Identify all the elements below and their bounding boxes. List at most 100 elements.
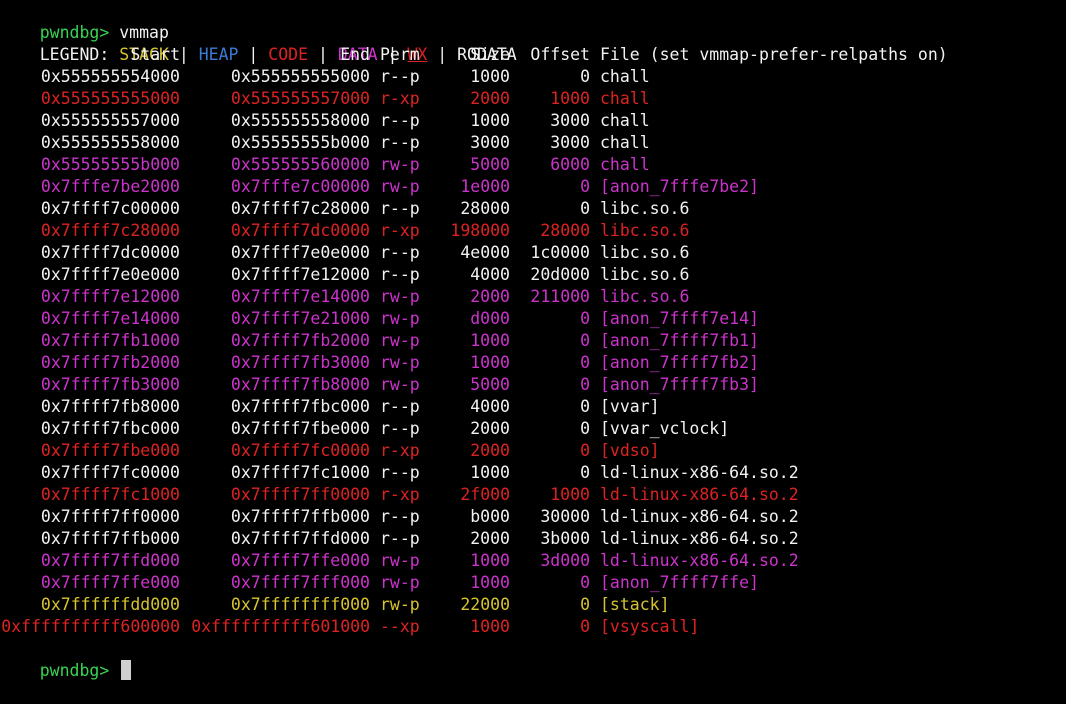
command-line: pwndbg> vmmap (0, 0, 1066, 42)
row-start: 0x7ffffffdd000 (40, 595, 180, 614)
row-end: 0x7ffff7dc0000 (230, 221, 370, 240)
row-perm: rw-p (380, 177, 420, 196)
row-perm: r--p (380, 507, 420, 526)
row-size: 198000 (450, 221, 510, 240)
table-row: 0x7ffff7fb3000 0x7ffff7fb8000 rw-p 5000 0 [an… (0, 374, 1066, 396)
row-start: 0x7ffff7fbc000 (40, 419, 180, 438)
row-offset: 20d000 (530, 265, 590, 284)
row-perm: r--p (380, 529, 420, 548)
row-size: 4e000 (460, 243, 510, 262)
row-start: 0x7ffff7dc0000 (40, 243, 180, 262)
row-offset: 0 (580, 199, 590, 218)
row-start: 0x555555558000 (40, 133, 180, 152)
row-start: 0x555555557000 (40, 111, 180, 130)
row-start: 0x7ffff7ffb000 (40, 529, 180, 548)
row-perm: rw-p (380, 573, 420, 592)
row-file: [anon_7ffff7ffe] (600, 573, 759, 592)
table-row: 0x7ffff7dc0000 0x7ffff7e0e000 r--p 4e000 1c0… (0, 242, 1066, 264)
row-offset: 211000 (530, 287, 590, 306)
row-file: ld-linux-x86-64.so.2 (600, 551, 799, 570)
row-start: 0x7ffff7fc1000 (40, 485, 180, 504)
row-size: 1000 (470, 617, 510, 636)
row-file: ld-linux-x86-64.so.2 (600, 507, 799, 526)
row-file: ld-linux-x86-64.so.2 (600, 529, 799, 548)
row-perm: r--p (380, 265, 420, 284)
row-size: 1000 (470, 331, 510, 350)
row-file: libc.so.6 (600, 221, 690, 240)
row-end: 0x7ffff7fc0000 (230, 441, 370, 460)
row-file: libc.so.6 (600, 243, 690, 262)
row-start: 0x7ffff7e0e000 (40, 265, 180, 284)
row-perm: r-xp (380, 441, 420, 460)
row-file: [vvar] (600, 397, 660, 416)
row-size: 3000 (470, 133, 510, 152)
row-end: 0x7ffff7fbe000 (230, 419, 370, 438)
row-end: 0x7ffff7fc1000 (230, 463, 370, 482)
row-end: 0x7ffff7fbc000 (230, 397, 370, 416)
row-start: 0x7ffff7fb8000 (40, 397, 180, 416)
row-end: 0x7fffe7c00000 (230, 177, 370, 196)
row-file: libc.so.6 (600, 199, 690, 218)
row-offset: 30000 (540, 507, 590, 526)
row-start: 0x7ffff7fbe000 (40, 441, 180, 460)
row-offset: 0 (580, 419, 590, 438)
row-size: b000 (470, 507, 510, 526)
row-offset: 0 (580, 67, 590, 86)
header-start: Start (130, 45, 180, 64)
row-start: 0x555555555000 (40, 89, 180, 108)
row-end: 0x7ffff7ff0000 (230, 485, 370, 504)
final-prompt-line[interactable]: pwndbg> (0, 638, 1066, 680)
row-size: 4000 (470, 397, 510, 416)
row-size: 1000 (470, 353, 510, 372)
row-offset: 0 (580, 595, 590, 614)
row-file: [vdso] (600, 441, 660, 460)
row-start: 0x7ffff7ffd000 (40, 551, 180, 570)
row-end: 0x555555558000 (230, 111, 370, 130)
row-size: 22000 (460, 595, 510, 614)
row-perm: rw-p (380, 551, 420, 570)
row-file: [anon_7ffff7e14] (600, 309, 759, 328)
row-perm: r--p (380, 133, 420, 152)
row-size: d000 (470, 309, 510, 328)
vmmap-table: 0x555555554000 0x555555555000 r--p 1000 0 cha… (0, 66, 1066, 638)
row-size: 2000 (470, 441, 510, 460)
row-offset: 1000 (550, 485, 590, 504)
table-row: 0x555555557000 0x555555558000 r--p 1000 3000… (0, 110, 1066, 132)
table-row: 0x7ffff7e12000 0x7ffff7e14000 rw-p 2000 2110… (0, 286, 1066, 308)
header-size: Size (470, 45, 510, 64)
row-start: 0x7ffff7ffe000 (40, 573, 180, 592)
row-perm: rw-p (380, 155, 420, 174)
row-start: 0x7ffff7fb3000 (40, 375, 180, 394)
row-offset: 3b000 (540, 529, 590, 548)
row-file: [vsyscall] (600, 617, 700, 636)
row-start: 0x555555554000 (40, 67, 180, 86)
row-file: [vvar_vclock] (600, 419, 730, 438)
table-row: 0xffffffffff600000 0xffffffffff601000 --xp… (0, 616, 1066, 638)
row-offset: 0 (580, 397, 590, 416)
row-offset: 0 (580, 441, 590, 460)
terminal-window[interactable]: pwndbg> vmmap LEGEND: STACK | HEAP | COD… (0, 0, 1066, 680)
legend-line: LEGEND: STACK | HEAP | CODE | DATA | WX … (0, 22, 1066, 64)
row-end: 0x7ffff7e21000 (230, 309, 370, 328)
row-end: 0x7ffff7e12000 (230, 265, 370, 284)
row-perm: r-xp (380, 89, 420, 108)
table-row: 0x7ffff7e0e000 0x7ffff7e12000 r--p 4000 20d0… (0, 264, 1066, 286)
header-perm: Perm (380, 45, 420, 64)
final-prompt-label: pwndbg> (39, 661, 110, 680)
table-row: 0x7ffff7fc1000 0x7ffff7ff0000 r-xp 2f000 100… (0, 484, 1066, 506)
header-offset: Offset (530, 45, 590, 64)
row-offset: 0 (580, 353, 590, 372)
row-file: libc.so.6 (600, 265, 690, 284)
row-end: 0x555555555000 (230, 67, 370, 86)
table-row: 0x7ffffffdd000 0x7ffffffff000 rw-p 22000 0 [s… (0, 594, 1066, 616)
table-row: 0x7ffff7fb2000 0x7ffff7fb3000 rw-p 1000 0 [an… (0, 352, 1066, 374)
row-end: 0x7ffffffff000 (230, 595, 370, 614)
table-row: 0x7ffff7ffe000 0x7ffff7fff000 rw-p 1000 0 [an… (0, 572, 1066, 594)
row-offset: 0 (580, 177, 590, 196)
row-end: 0x7ffff7fb3000 (230, 353, 370, 372)
row-end: 0x7ffff7fb8000 (230, 375, 370, 394)
row-end: 0x7ffff7ffd000 (230, 529, 370, 548)
row-size: 1000 (470, 551, 510, 570)
row-file: chall (600, 89, 650, 108)
row-perm: r--p (380, 111, 420, 130)
